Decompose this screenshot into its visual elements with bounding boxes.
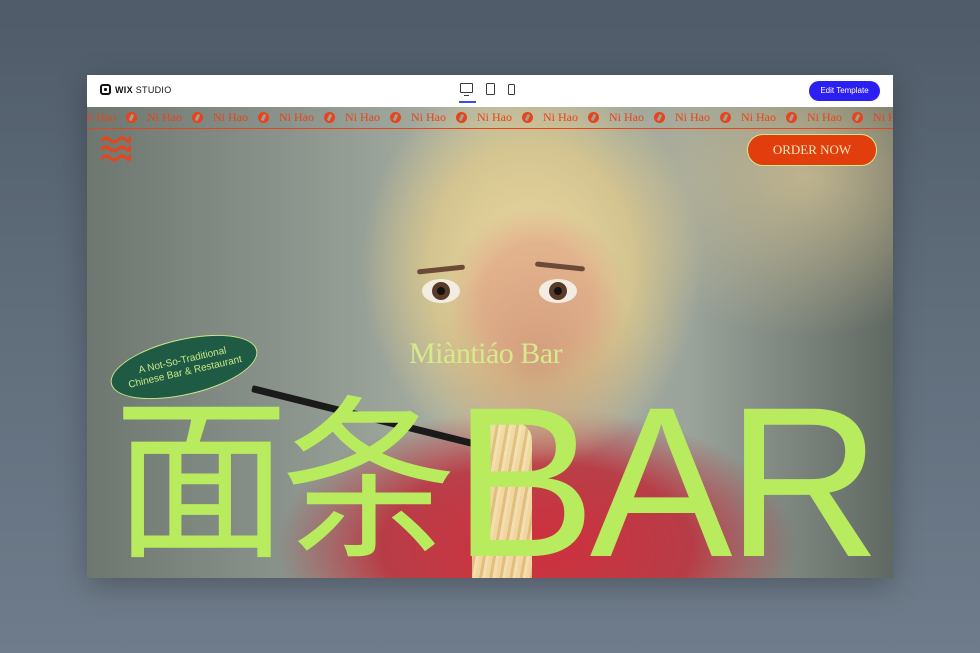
ticker-item: Ni Hao	[279, 110, 335, 125]
ticker-text: Ni Hao	[543, 110, 578, 124]
ticker-item: Ni Hao	[609, 110, 665, 125]
editor-toolbar: WIX STUDIO Edit Template	[87, 75, 893, 108]
ticker-chopstick-icon	[786, 112, 797, 123]
ticker-chopstick-icon	[522, 112, 533, 123]
ticker-track: Ni Hao Ni Hao Ni Hao Ni Hao Ni Hao Ni Hao Ni H…	[87, 110, 893, 125]
ticker-item: Ni Hao	[87, 110, 137, 125]
mobile-view-icon[interactable]	[508, 84, 515, 95]
ticker-text: Ni Hao	[807, 110, 842, 124]
ticker-item: Ni Hao	[213, 110, 269, 125]
ticker-text: Ni Hao	[147, 110, 182, 124]
photo-right-eye	[539, 279, 577, 303]
tablet-view-icon[interactable]	[486, 83, 495, 95]
ticker-item: Ni Hao	[543, 110, 599, 125]
ticker-text: Ni Hao	[477, 110, 512, 124]
ticker-item: Ni Hao	[807, 110, 863, 125]
ticker-chopstick-icon	[456, 112, 467, 123]
ticker-text: Ni Hao	[741, 110, 776, 124]
ticker-item: Ni Hao	[345, 110, 401, 125]
ticker-chopstick-icon	[258, 112, 269, 123]
ticker-item: Ni Hao	[477, 110, 533, 125]
ticker-chopstick-icon	[324, 112, 335, 123]
ticker-item: Ni Hao	[873, 110, 893, 125]
ticker-text: Ni Hao	[873, 110, 893, 124]
ticker-item: Ni Hao	[411, 110, 467, 125]
hero-section: Ni Hao Ni Hao Ni Hao Ni Hao Ni Hao Ni Hao Ni H…	[87, 107, 893, 578]
ticker-text: Ni Hao	[609, 110, 644, 124]
ticker-text: Ni Hao	[213, 110, 248, 124]
ticker-text: Ni Hao	[675, 110, 710, 124]
hero-big-title: 面条 BAR	[113, 353, 881, 579]
ni-hao-ticker: Ni Hao Ni Hao Ni Hao Ni Hao Ni Hao Ni Hao Ni H…	[87, 107, 893, 129]
ticker-chopstick-icon	[126, 112, 137, 123]
ticker-chopstick-icon	[192, 112, 203, 123]
browser-preview-frame: WIX STUDIO Edit Template Ni HaoNi HaoNi …	[87, 75, 893, 578]
ticker-text: Ni Hao	[411, 110, 446, 124]
ticker-text: Ni Hao	[87, 110, 116, 124]
desktop-view-icon[interactable]	[459, 83, 476, 103]
photo-left-eye	[422, 279, 460, 303]
ticker-item: Ni Hao	[741, 110, 797, 125]
active-device-indicator	[459, 101, 476, 103]
ticker-chopstick-icon	[852, 112, 863, 123]
ticker-chopstick-icon	[654, 112, 665, 123]
ticker-text: Ni Hao	[279, 110, 314, 124]
device-switcher	[459, 83, 515, 103]
edit-template-button[interactable]: Edit Template	[809, 81, 880, 101]
order-now-button[interactable]: ORDER NOW	[747, 134, 877, 166]
logo-text: WIX STUDIO	[115, 84, 172, 95]
hamburger-menu-icon[interactable]	[101, 136, 131, 162]
ticker-chopstick-icon	[588, 112, 599, 123]
ticker-chopstick-icon	[390, 112, 401, 123]
ticker-chopstick-icon	[720, 112, 731, 123]
wix-studio-logo: WIX STUDIO	[100, 84, 172, 95]
big-title-chinese: 面条	[113, 380, 457, 579]
ticker-text: Ni Hao	[345, 110, 380, 124]
big-title-english: BAR	[453, 363, 881, 579]
ticker-item: Ni Hao	[147, 110, 203, 125]
ticker-item: Ni Hao	[675, 110, 731, 125]
wix-logo-icon	[100, 84, 111, 95]
